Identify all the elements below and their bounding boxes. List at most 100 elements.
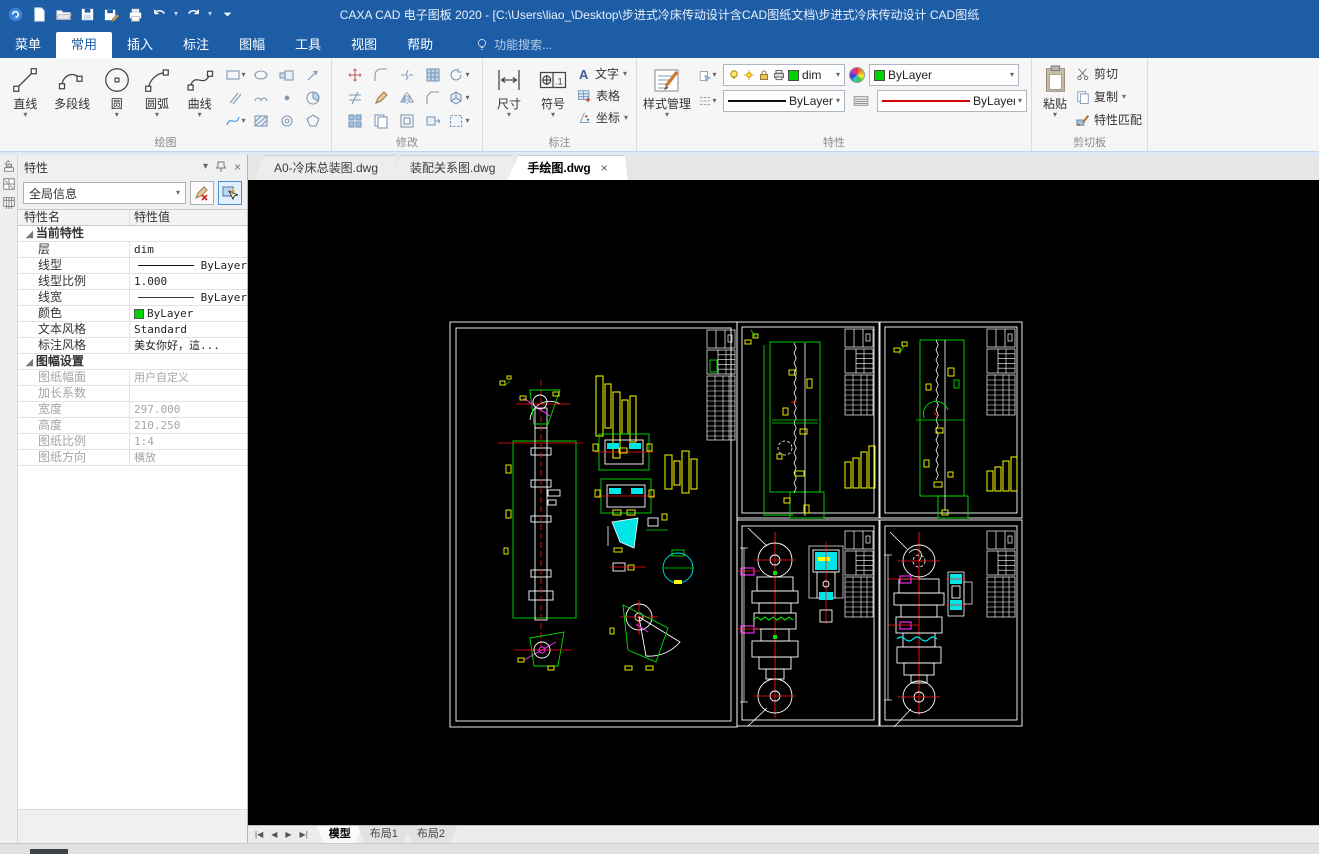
next-sheet-nav[interactable]: ▶ <box>282 830 294 839</box>
paste-button[interactable]: 粘贴 ▾ <box>1038 63 1072 119</box>
last-sheet-nav[interactable]: ▶| <box>297 830 311 839</box>
document-tab-1[interactable]: A0-冷床总装图.dwg <box>254 155 398 180</box>
move-icon[interactable] <box>343 64 367 85</box>
collapse-icon[interactable]: ◢ <box>26 229 33 239</box>
menu-tab-3[interactable]: 插入 <box>112 32 168 58</box>
menu-tab-7[interactable]: 视图 <box>336 32 392 58</box>
collapse-icon[interactable]: ◢ <box>26 357 33 367</box>
match-properties-button[interactable]: 特性匹配 <box>1076 109 1142 130</box>
dimension-button[interactable]: 尺寸 ▾ <box>489 63 529 119</box>
fillet-icon[interactable] <box>369 64 393 85</box>
property-row[interactable]: 图纸方向 横放 <box>18 450 247 466</box>
spline-tool-icon[interactable]: ▾ <box>223 110 247 131</box>
function-search[interactable]: 功能搜索... <box>476 32 552 58</box>
property-row[interactable]: 线型 ByLayer <box>18 258 247 274</box>
circle-button[interactable]: 圆 ▾ <box>100 63 134 119</box>
menu-tab-1[interactable]: 菜单 <box>0 32 56 58</box>
pin-icon[interactable] <box>215 161 226 173</box>
menu-tab-6[interactable]: 工具 <box>280 32 336 58</box>
scope-combo[interactable]: 全局信息 ▾ <box>23 182 186 204</box>
panel-dropdown-icon[interactable]: ▾ <box>203 162 208 172</box>
property-row[interactable]: 线宽 ByLayer <box>18 290 247 306</box>
layer-combo[interactable]: dim ▾ <box>723 64 846 86</box>
gear-icon[interactable] <box>275 110 299 131</box>
layout-tab-3[interactable]: 布局2 <box>405 826 457 843</box>
prev-sheet-nav[interactable]: ◀ <box>268 830 280 839</box>
trim-icon[interactable] <box>343 87 367 108</box>
arrow-icon[interactable] <box>301 64 325 85</box>
property-row[interactable]: 标注风格 美女你好，這... <box>18 338 247 354</box>
layer-tool-icon[interactable]: ▾ <box>695 65 719 86</box>
copy2-icon[interactable] <box>369 110 393 131</box>
line-button[interactable]: 直线 ▾ <box>6 63 45 119</box>
grid-panel-icon[interactable] <box>2 195 16 209</box>
menu-tab-8[interactable]: 帮助 <box>392 32 448 58</box>
color-wheel-icon[interactable] <box>849 67 866 83</box>
parallel-line-icon[interactable] <box>223 87 247 108</box>
layout-tab-2[interactable]: 布局1 <box>358 826 410 843</box>
frame-icon[interactable]: ▾ <box>447 110 471 131</box>
hatch-icon[interactable] <box>249 110 273 131</box>
ellipse-icon[interactable] <box>249 64 273 85</box>
layer-color-swatch <box>788 69 800 81</box>
mirror-icon[interactable] <box>395 87 419 108</box>
stretch-icon[interactable] <box>421 110 445 131</box>
copy-button[interactable]: 复制 ▾ <box>1076 86 1142 107</box>
layout-tab-1[interactable]: 模型 <box>317 826 363 843</box>
scallop-icon[interactable] <box>249 87 273 108</box>
property-row[interactable]: 图纸幅面 用户自定义 <box>18 370 247 386</box>
point-icon[interactable] <box>275 87 299 108</box>
linewidth-combo[interactable]: ByLayer ▾ <box>877 90 1028 112</box>
style-manager-button[interactable]: 样式管理 ▾ <box>643 63 691 119</box>
text-button[interactable]: A 文字 ▾ <box>577 63 628 84</box>
rectangle-icon[interactable]: ▾ <box>223 64 247 85</box>
property-group-row[interactable]: ◢ 当前特性 <box>18 226 247 242</box>
library-panel-icon[interactable] <box>2 177 16 191</box>
rotate-icon[interactable]: ▾ <box>447 64 471 85</box>
chamfer-icon[interactable] <box>421 87 445 108</box>
pie-icon[interactable] <box>301 87 325 108</box>
panel-close-icon[interactable]: × <box>234 160 241 174</box>
linetype-combo-value: ByLayer <box>789 94 834 108</box>
symbol-button[interactable]: .1 符号 ▾ <box>533 63 573 119</box>
property-group-row[interactable]: ◢ 图幅设置 <box>18 354 247 370</box>
property-row[interactable]: 宽度 297.000 <box>18 402 247 418</box>
property-row[interactable]: 颜色 ByLayer <box>18 306 247 322</box>
polyline-button[interactable]: 多段线 <box>49 63 96 111</box>
first-sheet-nav[interactable]: |◀ <box>252 830 266 839</box>
arc-button[interactable]: 圆弧 ▾ <box>138 63 177 119</box>
property-row[interactable]: 文本风格 Standard <box>18 322 247 338</box>
linetype-combo[interactable]: ByLayer ▾ <box>723 90 846 112</box>
polygon-icon[interactable] <box>301 110 325 131</box>
menu-tab-4[interactable]: 标注 <box>168 32 224 58</box>
region-icon[interactable] <box>421 64 445 85</box>
table-button[interactable]: 表格 <box>577 85 628 106</box>
explode-icon[interactable]: ▾ <box>447 87 471 108</box>
erase-icon[interactable] <box>369 87 393 108</box>
sleeve-icon[interactable] <box>275 64 299 85</box>
side-icon-strip <box>0 155 18 843</box>
document-tab-2[interactable]: 装配关系图.dwg <box>390 155 515 180</box>
property-row[interactable]: 加长系数 <box>18 386 247 402</box>
property-row[interactable]: 层 dim <box>18 242 247 258</box>
array-icon[interactable] <box>343 110 367 131</box>
menu-tab-5[interactable]: 图幅 <box>224 32 280 58</box>
palette-tool-icon[interactable] <box>2 159 16 173</box>
linetype-tool-icon[interactable]: ▾ <box>695 91 719 112</box>
property-row[interactable]: 线型比例 1.000 <box>18 274 247 290</box>
color-combo[interactable]: ByLayer ▾ <box>869 64 1020 86</box>
break-icon[interactable] <box>395 64 419 85</box>
cut-button[interactable]: 剪切 <box>1076 63 1142 84</box>
menu-tab-2[interactable]: 常用 <box>56 32 113 58</box>
document-tab-3[interactable]: 手绘图.dwg × <box>507 155 627 180</box>
coordinate-button[interactable]: 坐标 ▾ <box>577 107 628 128</box>
spline-button[interactable]: 曲线 ▾ <box>180 63 219 119</box>
property-row[interactable]: 图纸比例 1:4 <box>18 434 247 450</box>
edit-cancel-button[interactable] <box>190 181 214 205</box>
drawing-area[interactable] <box>248 180 1319 825</box>
property-row[interactable]: 高度 210.250 <box>18 418 247 434</box>
close-tab-icon[interactable]: × <box>601 156 608 181</box>
offset-icon[interactable] <box>395 110 419 131</box>
pick-object-button[interactable] <box>218 181 242 205</box>
cad-drawing[interactable] <box>248 180 1319 825</box>
